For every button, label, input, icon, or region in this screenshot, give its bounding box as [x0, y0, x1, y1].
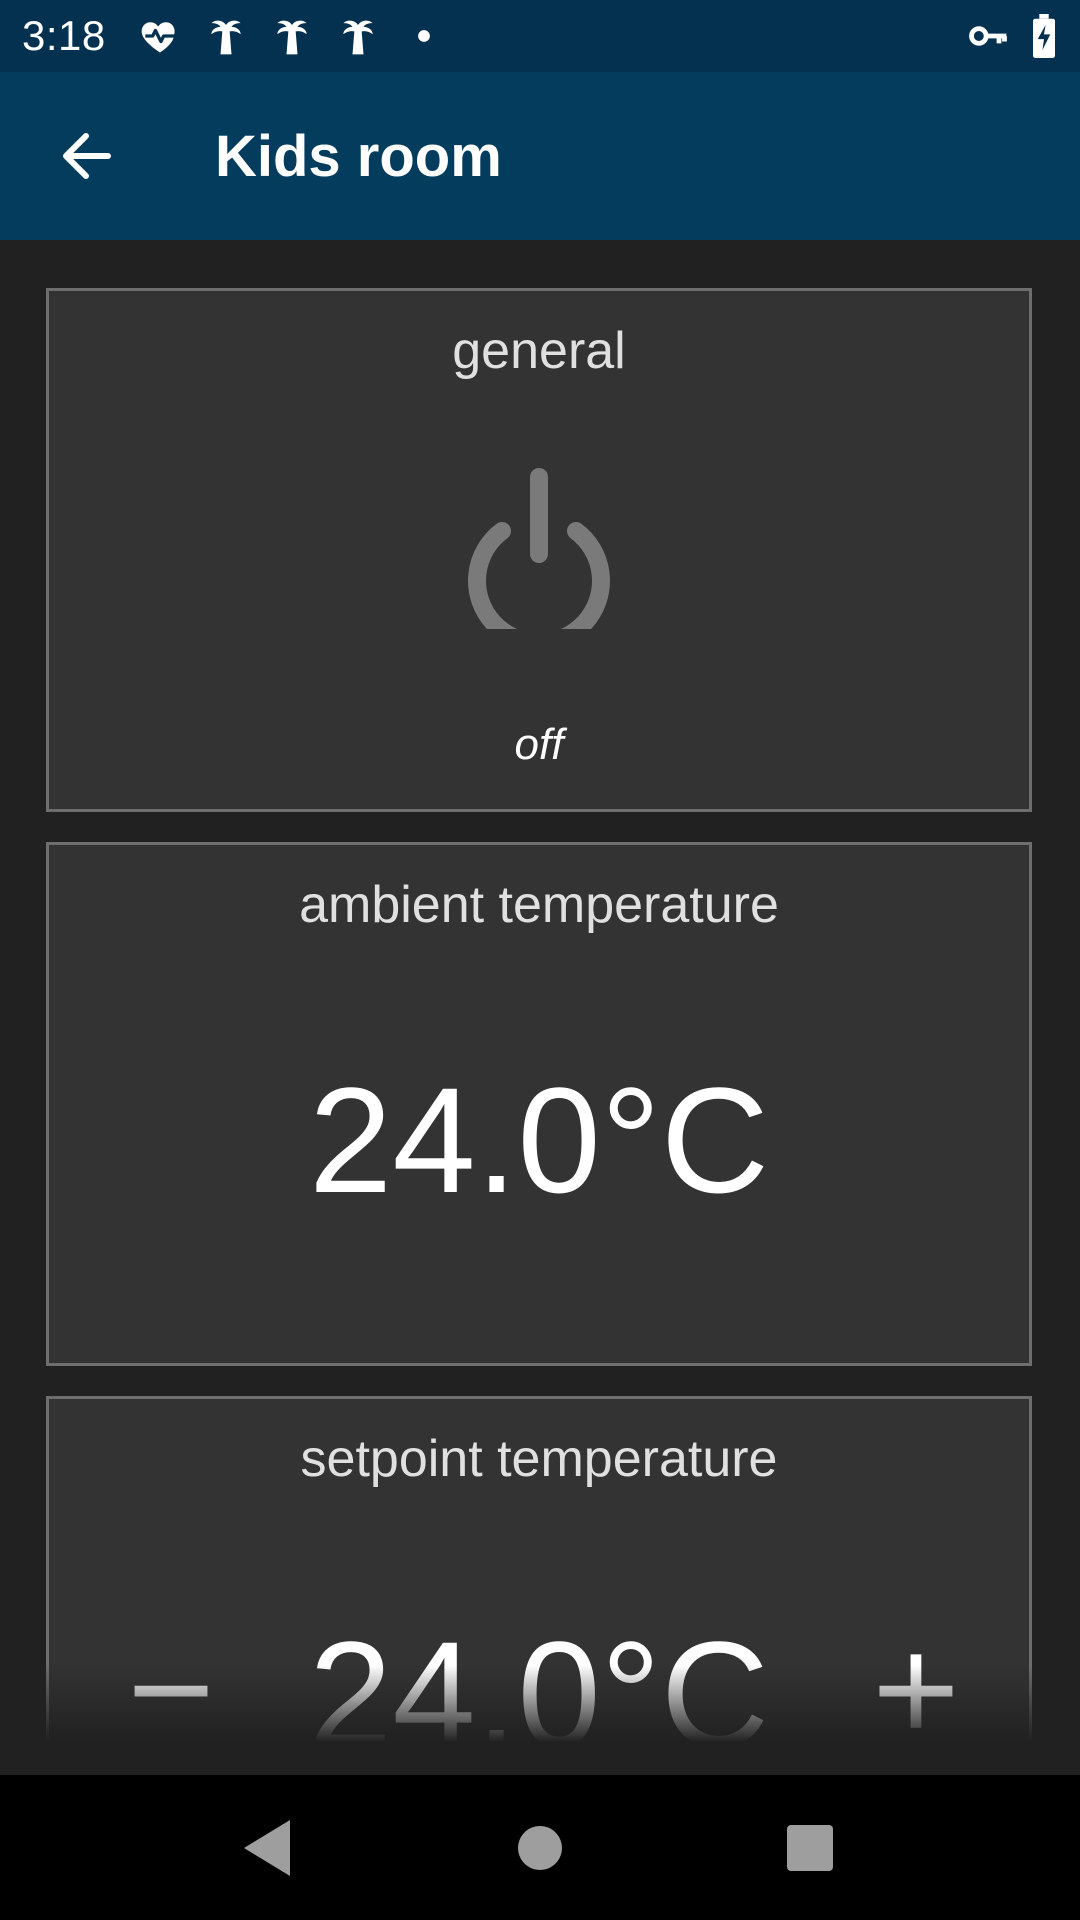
setpoint-temperature-card: setpoint temperature − 24.0°C + [46, 1396, 1032, 1775]
status-time: 3:18 [22, 12, 106, 59]
card-title: setpoint temperature [300, 1430, 778, 1488]
power-state: off [514, 720, 564, 769]
content: general off ambient temperature 24.0°C s… [0, 240, 1080, 1775]
card-title: general [452, 322, 626, 380]
battery-charging-icon [1026, 14, 1062, 58]
app-bar: Kids room [0, 72, 1080, 240]
card-title: ambient temperature [299, 876, 779, 934]
screen: 3:18 Kids room general off ambient tempe… [0, 0, 1080, 1920]
home-circle-icon[interactable] [495, 1803, 585, 1893]
palm-tree-icon [270, 14, 314, 58]
page-title: Kids room [215, 124, 502, 189]
back-button[interactable] [40, 108, 136, 204]
back-triangle-icon[interactable] [222, 1803, 312, 1893]
ambient-temperature-card: ambient temperature 24.0°C [46, 842, 1032, 1366]
general-card[interactable]: general off [46, 288, 1032, 812]
increase-button[interactable]: + [846, 1609, 986, 1769]
recents-square-icon[interactable] [765, 1803, 855, 1893]
navigation-bar [0, 1775, 1080, 1920]
dot-icon [402, 14, 446, 58]
vpn-key-icon [966, 14, 1010, 58]
power-icon[interactable] [464, 459, 614, 629]
palm-tree-icon [204, 14, 248, 58]
arrow-left-icon [63, 133, 111, 179]
heart-pulse-icon [138, 14, 182, 58]
palm-tree-icon [336, 14, 380, 58]
status-bar: 3:18 [0, 0, 1080, 72]
ambient-temperature-value: 24.0°C [308, 1056, 770, 1224]
